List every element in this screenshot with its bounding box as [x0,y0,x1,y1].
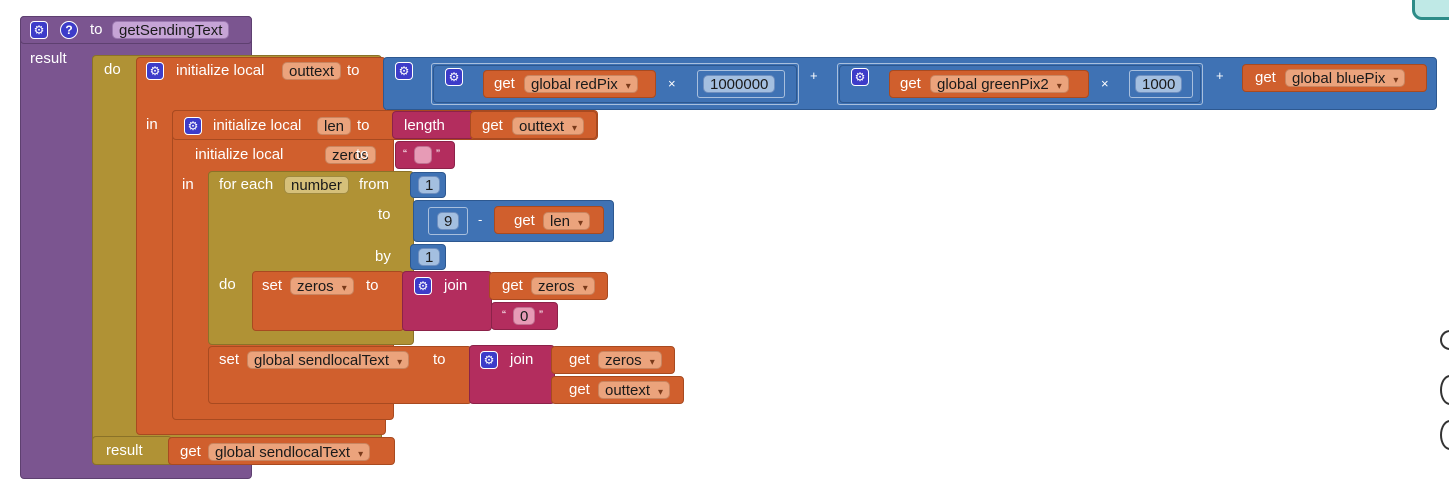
set-zeros-dropdown[interactable]: zeros [290,277,354,295]
sum-gear-icon[interactable]: ⚙ [395,62,413,80]
zoom-out-icon[interactable] [1440,420,1449,450]
minus-operator: - [478,212,483,227]
zero-text-close-quote: ” [539,308,543,322]
to-num-field[interactable]: 9 [437,212,460,230]
get-zeros-2-get-label: get [569,351,590,368]
plus-operator-1: + [810,68,818,83]
set-global-to-label: to [433,351,446,368]
do-result-label: result [106,442,143,459]
zeros-dropdown-1[interactable]: zeros [531,277,595,295]
mutator-gear-icon[interactable]: ⚙ [30,21,48,39]
plus-operator-2: + [1216,68,1224,83]
redpix-dropdown[interactable]: global redPix [524,75,638,93]
get-redpix-get-label: get [494,75,515,92]
zoom-reset-icon[interactable] [1440,330,1449,350]
init-len-label: initialize local [213,117,302,134]
empty-text-field[interactable] [414,146,432,164]
green-mult-number[interactable]: 1000 [1135,75,1183,93]
times-operator-2: × [1101,76,1109,91]
procedure-to-label: to [90,21,103,38]
get-outtext-2-get-label: get [569,381,590,398]
by-number-field[interactable]: 1 [418,248,441,266]
join2-gear-icon[interactable]: ⚙ [480,351,498,369]
init-zeros-to-label: to [356,146,369,163]
for-each-to-label: to [378,206,391,223]
init-outtext-label: initialize local [176,62,265,79]
for-each-var-field[interactable]: number [284,176,349,194]
procedure-result-label: result [30,50,67,67]
get-len-get-label: get [514,212,535,229]
zeros-dropdown-2[interactable]: zeros [598,351,662,369]
bluepix-dropdown[interactable]: global bluePix [1285,69,1406,87]
get-outtext-get-label: get [482,117,503,134]
set-zeros-set-label: set [262,277,283,294]
for-each-from-label: from [359,176,389,193]
get-sendlocaltext-get-label: get [180,443,201,460]
product2-gear-icon[interactable]: ⚙ [851,68,869,86]
for-each-label: for each [219,176,274,193]
outtext-dropdown-2[interactable]: outtext [598,381,671,399]
procedure-name-field[interactable]: getSendingText [112,21,230,39]
join2-label: join [510,351,534,368]
trash-can-icon[interactable] [1412,0,1449,20]
init-outtext-to-label: to [347,62,360,79]
set-global-set-label: set [219,351,240,368]
product1-gear-icon[interactable]: ⚙ [445,68,463,86]
outtext-dropdown[interactable]: outtext [512,117,585,135]
get-zeros-1-get-label: get [502,277,523,294]
zoom-in-icon[interactable] [1440,375,1449,405]
join1-label: join [444,277,468,294]
set-zeros-to-label: to [366,277,379,294]
init-len-gear-icon[interactable]: ⚙ [184,117,202,135]
help-icon[interactable]: ? [60,21,78,39]
sendlocaltext-dropdown[interactable]: global sendlocalText [208,443,371,461]
init-len-var-field[interactable]: len [317,117,352,135]
len-dropdown[interactable]: len [543,212,591,230]
for-each-do-label: do [219,276,236,293]
greenpix-dropdown[interactable]: global greenPix2 [930,75,1069,93]
init-len-to-label: to [357,117,370,134]
init-outtext-var-field[interactable]: outtext [282,62,342,80]
empty-text-close-quote: ” [436,147,440,161]
set-global-dropdown[interactable]: global sendlocalText [247,351,410,369]
zero-text-field[interactable]: 0 [513,307,536,325]
outer-in-label: in [146,116,158,133]
init-zeros-label: initialize local [195,146,284,163]
empty-text-open-quote: “ [403,147,407,161]
inner-in-label: in [182,176,194,193]
do-label: do [104,61,121,78]
zero-text-open-quote: “ [502,308,506,322]
get-bluepix-get-label: get [1255,69,1276,86]
length-label: length [404,117,445,134]
init-outtext-gear-icon[interactable]: ⚙ [146,62,164,80]
times-operator-1: × [668,76,676,91]
join1-gear-icon[interactable]: ⚙ [414,277,432,295]
from-number-field[interactable]: 1 [418,176,441,194]
red-mult-number[interactable]: 1000000 [703,75,776,93]
for-each-by-label: by [375,248,391,265]
get-greenpix-get-label: get [900,75,921,92]
